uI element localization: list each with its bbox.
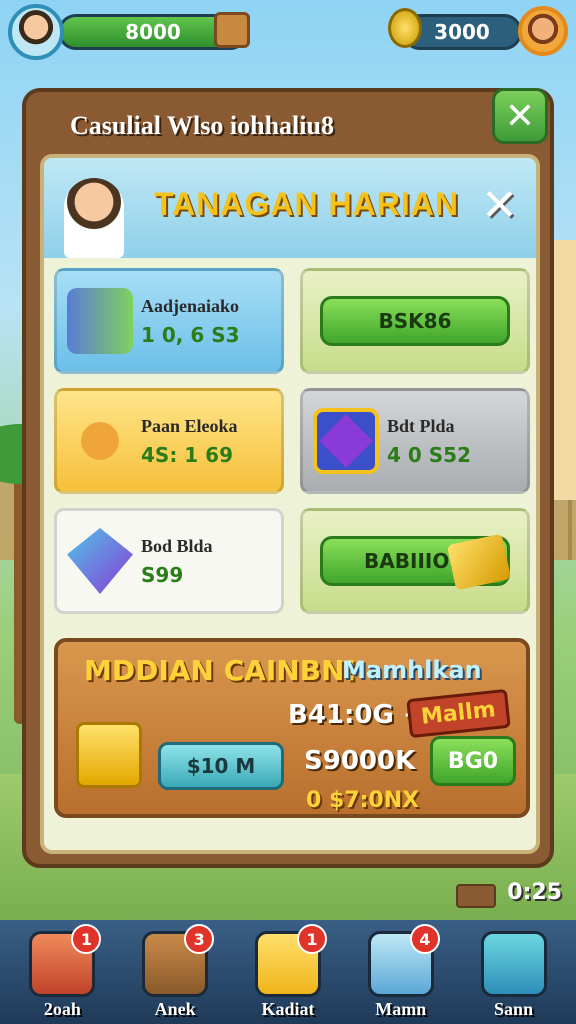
friend-avatar[interactable] <box>518 6 568 56</box>
nav-badge: 1 <box>296 924 327 954</box>
nav-label: Sann <box>494 999 534 1019</box>
guide-character <box>64 178 124 258</box>
offer-price-b: S9000K <box>304 746 416 776</box>
nav-item-crystal[interactable]: Sann <box>473 924 555 1020</box>
offer-tag: Mallm <box>406 688 511 739</box>
currency-bar-coins: 8000 <box>8 4 258 60</box>
nav-item-potion[interactable]: Mamn 4 <box>360 924 442 1020</box>
nav-item-build[interactable]: 2oah 1 <box>21 924 103 1020</box>
offer-subtitle: Mamhlkan <box>342 656 482 684</box>
nav-label: Kadiat <box>261 999 315 1019</box>
offer-price-c: 0 $7:0NX <box>306 788 420 813</box>
crystal-icon <box>480 931 547 997</box>
task-card: BABIIIOD <box>300 508 530 614</box>
timer: 0:25 <box>507 880 562 905</box>
nav-item-inventory[interactable]: Anek 3 <box>134 924 216 1020</box>
gold-box-icon <box>76 722 142 788</box>
nav-badge: 3 <box>184 924 215 954</box>
panel-content: TANAGAN HARIAN ✕ Aadjenaiako 1 0, 6 S3 B… <box>40 154 540 854</box>
task-name: Paan Eleoka <box>141 415 238 436</box>
timer-chest-icon <box>456 884 496 908</box>
purple-cube-icon <box>313 408 379 474</box>
nav-badge: 4 <box>409 924 440 954</box>
task-card: BSK86 <box>300 268 530 374</box>
offer-buy-button[interactable]: $10 M <box>158 742 284 790</box>
nav-label: Mamn <box>375 999 427 1019</box>
player-avatar[interactable] <box>8 4 64 60</box>
offer-title: MDDIAN CAINBN! <box>84 654 358 687</box>
task-name: Bdt Plda <box>387 415 455 436</box>
kite-icon <box>67 528 133 594</box>
nav-item-character[interactable]: Kadiat 1 <box>247 924 329 1020</box>
panel-title: Casulial Wlso iohhaliu8 <box>70 111 334 140</box>
task-reward: 1 0, 6 S3 <box>141 322 240 347</box>
task-name: Bod Blda <box>141 535 213 556</box>
daily-task-panel: Casulial Wlso iohhaliu8 ✕ TANAGAN HARIAN… <box>22 88 554 868</box>
nav-label: Anek <box>154 999 196 1019</box>
task-card[interactable]: Aadjenaiako 1 0, 6 S3 <box>54 268 284 374</box>
nav-badge: 1 <box>71 924 102 954</box>
task-card[interactable]: Bdt Plda 4 0 S52 <box>300 388 530 494</box>
gold-coin-icon <box>388 8 422 48</box>
banner-close-icon[interactable]: ✕ <box>481 180 518 231</box>
daily-banner: TANAGAN HARIAN ✕ <box>44 158 536 258</box>
task-reward: 4 0 S52 <box>387 442 471 467</box>
task-reward: 4S: 1 69 <box>141 442 233 467</box>
task-card[interactable]: Bod Blda S99 <box>54 508 284 614</box>
task-name: Aadjenaiako <box>141 295 240 316</box>
currency-bar-gems: 3000 <box>388 4 568 56</box>
nav-label: 2oah <box>43 999 81 1019</box>
key-icon <box>67 408 133 474</box>
offer-price-a: B41:0G + <box>288 700 425 730</box>
task-grid: Aadjenaiako 1 0, 6 S3 BSK86 Paan Eleoka … <box>54 268 530 614</box>
chest-icon[interactable] <box>214 12 250 48</box>
panel-close-button[interactable]: ✕ <box>492 88 548 144</box>
offer-green-button[interactable]: BG0 <box>430 736 516 786</box>
task-card[interactable]: Paan Eleoka 4S: 1 69 <box>54 388 284 494</box>
claim-button[interactable]: BSK86 <box>320 296 510 346</box>
banner-title: TANAGAN HARIAN <box>154 186 459 222</box>
task-reward: S99 <box>141 562 184 587</box>
cylinder-icon <box>67 288 133 354</box>
bottom-nav: 2oah 1 Anek 3 Kadiat 1 Mamn 4 Sann <box>0 920 576 1024</box>
special-offer-card: MDDIAN CAINBN! Mamhlkan B41:0G + Mallm $… <box>54 638 530 818</box>
